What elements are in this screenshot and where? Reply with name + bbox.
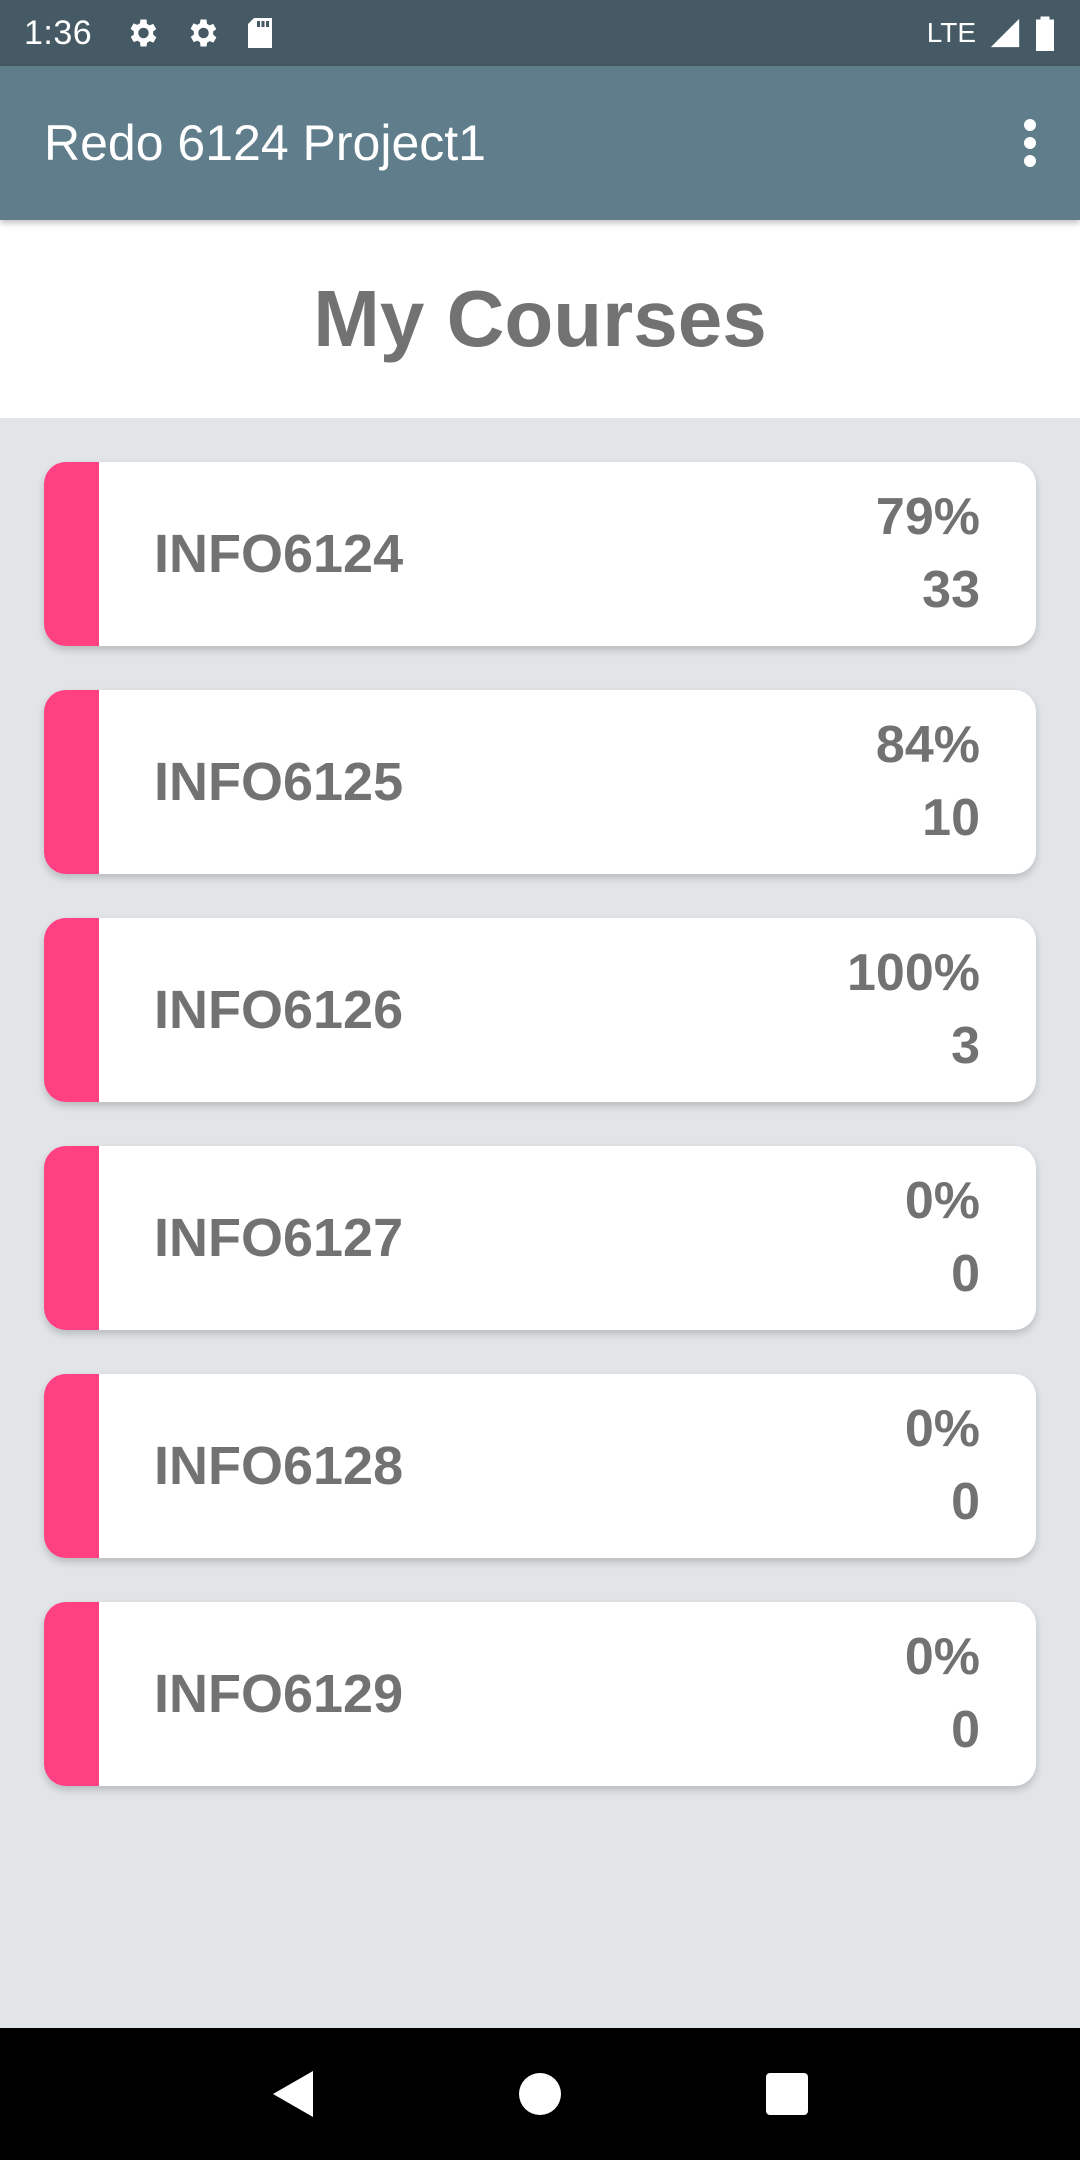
course-code: INFO6124 <box>154 524 404 584</box>
course-count: 0 <box>951 1473 980 1531</box>
app-title: Redo 6124 Project1 <box>44 115 486 171</box>
gear-icon <box>190 19 217 47</box>
course-stats: 0% 0 <box>905 1165 980 1311</box>
battery-icon <box>1036 16 1054 51</box>
course-count: 3 <box>951 1017 980 1075</box>
course-count: 33 <box>922 561 980 619</box>
course-percent: 0% <box>904 1172 980 1230</box>
course-card[interactable]: INFO6127 0% 0 <box>44 1146 1036 1330</box>
status-icons-left <box>124 15 276 51</box>
overflow-menu-button[interactable] <box>1000 98 1060 188</box>
course-card[interactable]: INFO6128 0% 0 <box>44 1374 1036 1558</box>
navigation-bar <box>0 2028 1080 2160</box>
course-stats: 0% 0 <box>905 1621 980 1767</box>
app-bar: Redo 6124 Project1 <box>0 66 1080 220</box>
course-percent: 84% <box>875 716 980 774</box>
course-stats: 100% 3 <box>847 937 980 1083</box>
course-accent-stripe <box>44 462 99 646</box>
course-percent: 0% <box>904 1628 980 1686</box>
course-stats: 0% 0 <box>905 1393 980 1539</box>
course-code: INFO6128 <box>154 1436 404 1496</box>
course-accent-stripe <box>44 1146 99 1330</box>
course-accent-stripe <box>44 918 99 1102</box>
course-code: INFO6127 <box>154 1208 404 1268</box>
course-code: INFO6126 <box>154 980 404 1040</box>
sd-card-icon <box>248 18 273 48</box>
course-accent-stripe <box>44 1374 99 1558</box>
course-percent: 100% <box>847 944 980 1002</box>
course-code: INFO6125 <box>154 752 404 812</box>
course-count: 0 <box>951 1701 980 1759</box>
course-stats: 79% 33 <box>876 481 980 627</box>
signal-icon <box>990 18 1020 48</box>
status-icons-right: LTE <box>927 15 1056 51</box>
course-card[interactable]: INFO6124 79% 33 <box>44 462 1036 646</box>
course-card[interactable]: INFO6129 0% 0 <box>44 1602 1036 1786</box>
status-bar: 1:36 LTE <box>0 0 1080 66</box>
back-button[interactable] <box>253 2054 333 2134</box>
home-button[interactable] <box>500 2054 580 2134</box>
back-icon <box>273 2071 314 2117</box>
course-percent: 0% <box>904 1400 980 1458</box>
course-accent-stripe <box>44 690 99 874</box>
recents-button[interactable] <box>747 2054 827 2134</box>
course-card[interactable]: INFO6125 84% 10 <box>44 690 1036 874</box>
header-section: My Courses <box>0 220 1080 418</box>
course-stats: 84% 10 <box>876 709 980 855</box>
home-icon <box>518 2073 561 2115</box>
course-code: INFO6129 <box>154 1664 404 1724</box>
course-percent: 79% <box>875 488 980 546</box>
course-count: 0 <box>951 1245 980 1303</box>
course-count: 10 <box>922 789 980 847</box>
page-title: My Courses <box>313 274 767 363</box>
gear-icon <box>130 19 157 47</box>
course-accent-stripe <box>44 1602 99 1786</box>
status-time: 1:36 <box>24 13 93 52</box>
overflow-menu-icon <box>1024 119 1036 167</box>
network-label: LTE <box>926 17 976 48</box>
course-card[interactable]: INFO6126 100% 3 <box>44 918 1036 1102</box>
course-list: INFO6124 79% 33 INFO6125 84% 10 INFO6126… <box>44 462 1036 1830</box>
recents-icon <box>765 2073 808 2115</box>
